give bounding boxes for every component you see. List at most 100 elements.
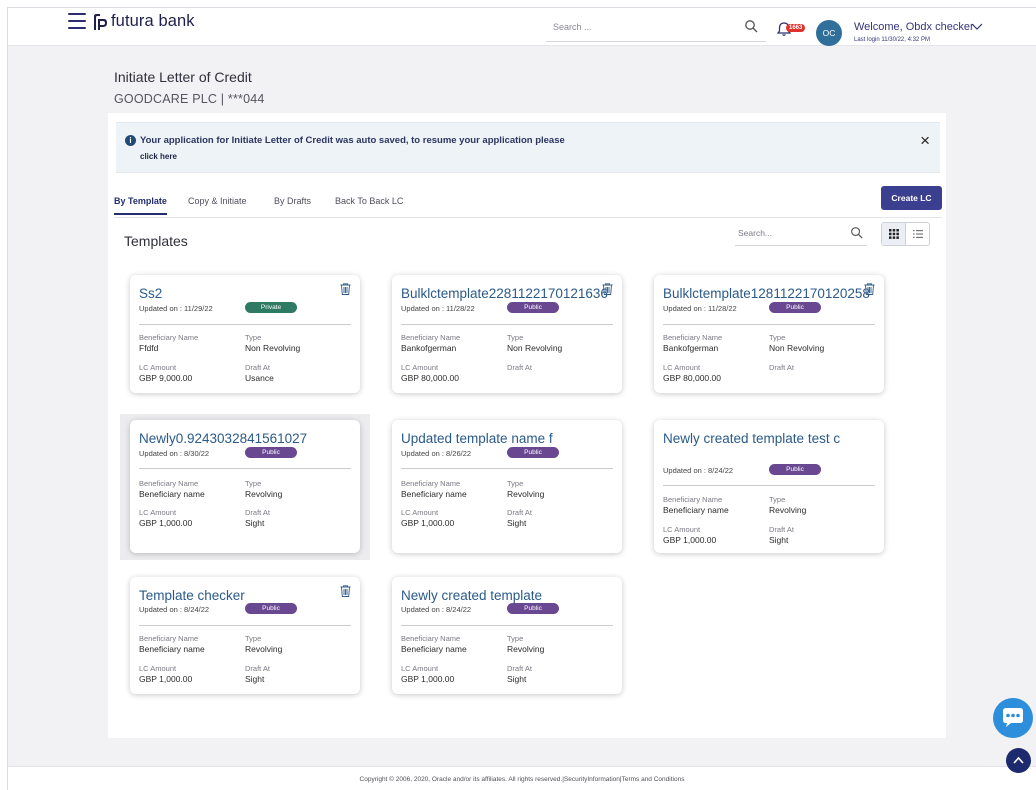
avatar[interactable]: OC: [816, 20, 842, 46]
top-bar: futura bank Search ... 1663 OC Welcome, …: [8, 8, 1036, 46]
beneficiary-label: Beneficiary Name: [401, 333, 461, 342]
chat-icon: [1003, 708, 1023, 727]
view-toggle: [881, 222, 930, 246]
template-search-placeholder: Search...: [738, 228, 773, 238]
template-card[interactable]: Updated template name f Updated on : 8/2…: [392, 420, 622, 553]
type-value: Revolving: [507, 489, 545, 499]
amount-value: GBP 1,000.00: [401, 674, 455, 684]
card-divider: [401, 468, 613, 469]
logo[interactable]: futura bank: [90, 12, 195, 31]
tab-copy-initiate[interactable]: Copy & Initiate: [188, 196, 247, 213]
amount-value: GBP 80,000.00: [663, 373, 721, 383]
amount-label: LC Amount: [139, 363, 177, 372]
beneficiary-label: Beneficiary Name: [401, 634, 461, 643]
draft-value: Usance: [245, 373, 274, 383]
template-card[interactable]: Ss2 Updated on : 11/29/22 Private Benefi…: [130, 275, 360, 393]
create-lc-button[interactable]: Create LC: [881, 186, 942, 210]
type-label: Type: [769, 495, 786, 504]
trash-icon[interactable]: [340, 283, 351, 295]
scroll-top-button[interactable]: [1006, 748, 1031, 773]
template-card[interactable]: Bulklctemplate2281122170121636 Updated o…: [392, 275, 622, 393]
chevron-down-icon[interactable]: [971, 23, 983, 31]
template-name[interactable]: Newly created template test c: [663, 431, 863, 447]
tab-by-drafts[interactable]: By Drafts: [274, 196, 311, 213]
visibility-badge: Public: [245, 447, 297, 458]
template-card[interactable]: Newly created template Updated on : 8/24…: [392, 577, 622, 694]
template-name[interactable]: Updated template name f: [401, 431, 601, 447]
template-card[interactable]: Bulklctemplate1281122170120258 Updated o…: [654, 275, 884, 393]
type-value: Non Revolving: [507, 343, 563, 353]
visibility-badge: Public: [507, 447, 559, 458]
tab-by-template[interactable]: By Template: [114, 196, 167, 215]
resume-link[interactable]: click here: [140, 152, 177, 161]
draft-label: Draft At: [507, 664, 533, 673]
template-name[interactable]: Bulklctemplate1281122170120258: [663, 286, 870, 302]
template-name[interactable]: Newly created template: [401, 588, 601, 604]
type-value: Revolving: [769, 505, 807, 515]
last-login-text: Last login 11/30/22, 4:32 PM: [854, 37, 930, 43]
close-icon[interactable]: ×: [920, 131, 930, 151]
visibility-badge: Public: [507, 302, 559, 313]
beneficiary-label: Beneficiary Name: [139, 634, 199, 643]
card-divider: [139, 625, 351, 626]
beneficiary-label: Beneficiary Name: [663, 333, 723, 342]
template-name[interactable]: Template checker: [139, 588, 339, 604]
template-search-input[interactable]: Search...: [735, 222, 867, 246]
draft-label: Draft At: [245, 363, 271, 372]
amount-value: GBP 1,000.00: [139, 518, 193, 528]
template-name[interactable]: Newly0.9243032841561027: [139, 431, 339, 447]
type-label: Type: [245, 634, 262, 643]
trash-icon[interactable]: [340, 585, 351, 597]
template-card[interactable]: Newly0.9243032841561027 Updated on : 8/3…: [130, 420, 360, 553]
type-value: Non Revolving: [245, 343, 301, 353]
amount-label: LC Amount: [663, 363, 701, 372]
search-icon[interactable]: [744, 19, 758, 33]
draft-value: Sight: [507, 518, 527, 528]
amount-label: LC Amount: [401, 664, 439, 673]
trash-icon[interactable]: [864, 283, 875, 295]
beneficiary-value: Bankofgerman: [663, 343, 719, 353]
tab-back-to-back-lc[interactable]: Back To Back LC: [335, 196, 403, 213]
beneficiary-label: Beneficiary Name: [401, 479, 461, 488]
logo-text: futura bank: [111, 12, 195, 30]
beneficiary-value: Beneficiary name: [401, 489, 467, 499]
draft-label: Draft At: [769, 525, 795, 534]
hamburger-icon[interactable]: [68, 13, 86, 29]
card-divider: [139, 468, 351, 469]
draft-label: Draft At: [507, 363, 533, 372]
type-label: Type: [245, 479, 262, 488]
beneficiary-label: Beneficiary Name: [663, 495, 723, 504]
type-label: Type: [245, 333, 262, 342]
grid-view-button[interactable]: [882, 223, 906, 245]
welcome-text[interactable]: Welcome, Obdx checker: [854, 21, 974, 33]
type-value: Revolving: [245, 489, 283, 499]
global-search-input[interactable]: Search ...: [546, 12, 766, 42]
template-card[interactable]: Template checker Updated on : 8/24/22 Pu…: [130, 577, 360, 694]
visibility-badge: Public: [769, 464, 821, 475]
list-view-button[interactable]: [906, 223, 929, 245]
updated-date: Updated on : 11/28/22: [663, 304, 737, 313]
template-card[interactable]: Newly created template test c Updated on…: [654, 420, 884, 553]
amount-label: LC Amount: [139, 508, 177, 517]
visibility-badge: Public: [507, 603, 559, 614]
card-divider: [663, 485, 875, 486]
search-icon[interactable]: [850, 226, 863, 239]
autosave-banner: i Your application for Initiate Letter o…: [116, 122, 940, 173]
autosave-message: Your application for Initiate Letter of …: [140, 135, 565, 146]
chat-button[interactable]: [993, 698, 1033, 738]
tab-bar: By Template Copy & Initiate By Drafts Ba…: [114, 192, 942, 218]
template-name[interactable]: Ss2: [139, 286, 339, 302]
updated-date: Updated on : 8/24/22: [401, 605, 472, 614]
updated-date: Updated on : 11/28/22: [401, 304, 475, 313]
card-divider: [139, 324, 351, 325]
template-name[interactable]: Bulklctemplate2281122170121636: [401, 286, 608, 302]
amount-value: GBP 1,000.00: [401, 518, 455, 528]
draft-label: Draft At: [245, 664, 271, 673]
beneficiary-label: Beneficiary Name: [139, 479, 199, 488]
amount-label: LC Amount: [401, 363, 439, 372]
trash-icon[interactable]: [602, 283, 613, 295]
footer: Copyright © 2006, 2020, Oracle and/or it…: [8, 766, 1036, 790]
amount-value: GBP 1,000.00: [663, 535, 717, 545]
updated-date: Updated on : 8/24/22: [663, 466, 734, 475]
footer-text[interactable]: Copyright © 2006, 2020, Oracle and/or it…: [8, 776, 1036, 783]
